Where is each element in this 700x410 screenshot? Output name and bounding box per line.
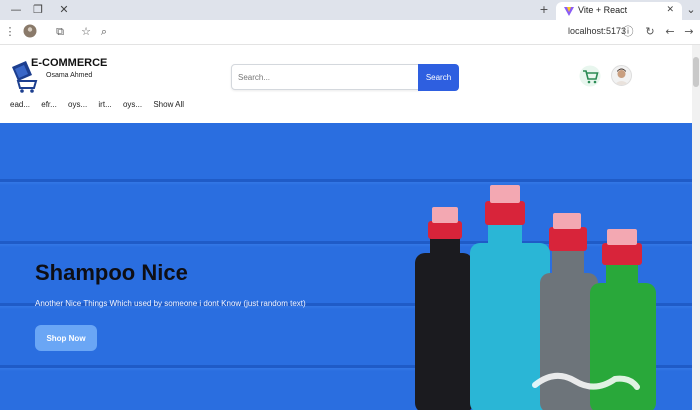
- site-header: E-COMMERCE Osama Ahmed Search ead... efr…: [0, 45, 692, 125]
- zoom-icon[interactable]: ⌕: [96, 24, 112, 40]
- category-link[interactable]: ead...: [10, 100, 30, 109]
- watermark-logo: [532, 372, 640, 390]
- brand-subtitle: Osama Ahmed: [46, 72, 93, 79]
- vite-icon: [564, 7, 574, 16]
- site-info-icon[interactable]: ⓘ: [620, 24, 636, 40]
- category-link[interactable]: oys...: [123, 100, 142, 109]
- close-tab-icon[interactable]: ✕: [666, 4, 674, 15]
- search-button[interactable]: Search: [418, 64, 459, 91]
- hero-description: Another Nice Things Which used by someon…: [35, 299, 306, 308]
- profile-icon[interactable]: [22, 24, 38, 40]
- brand-name: E-COMMERCE: [31, 57, 108, 69]
- chevron-down-icon[interactable]: ⌄: [683, 2, 699, 18]
- user-avatar[interactable]: [611, 65, 632, 86]
- minimize-icon[interactable]: —: [8, 2, 24, 18]
- scrollbar-thumb[interactable]: [693, 57, 699, 87]
- hero-banner: Shampoo Nice Another Nice Things Which u…: [0, 123, 692, 410]
- browser-toolbar: ⋮ ⧉ ☆ ⌕ localhost:5173 ⓘ ↻ ← →: [0, 20, 700, 45]
- more-menu-icon[interactable]: ⋮: [2, 24, 18, 40]
- category-link[interactable]: oys...: [68, 100, 87, 109]
- reload-icon[interactable]: ↻: [642, 24, 658, 40]
- extensions-icon[interactable]: ⧉: [52, 24, 68, 40]
- bookmark-star-icon[interactable]: ☆: [78, 24, 94, 40]
- browser-tab[interactable]: Vite + React ✕: [556, 2, 682, 20]
- close-window-icon[interactable]: ✕: [56, 2, 72, 18]
- browser-tab-bar: — ❐ ✕ + Vite + React ✕ ⌄: [0, 0, 700, 20]
- cart-icon[interactable]: [579, 65, 601, 87]
- category-link[interactable]: efr...: [41, 100, 57, 109]
- search-input[interactable]: [231, 64, 421, 90]
- back-icon[interactable]: ←: [662, 24, 678, 40]
- tab-title: Vite + React: [578, 5, 628, 15]
- restore-icon[interactable]: ❐: [30, 2, 46, 18]
- category-nav: ead... efr... oys... irt... oys... Show …: [10, 100, 193, 109]
- hero-title: Shampoo Nice: [35, 260, 188, 285]
- page-scrollbar[interactable]: [692, 45, 700, 410]
- category-link[interactable]: irt...: [98, 100, 111, 109]
- new-tab-icon[interactable]: +: [536, 2, 552, 18]
- show-all-link[interactable]: Show All: [153, 100, 184, 109]
- shop-now-button[interactable]: Shop Now: [35, 325, 97, 351]
- forward-icon[interactable]: →: [681, 24, 697, 40]
- address-bar-url[interactable]: localhost:5173: [568, 26, 626, 36]
